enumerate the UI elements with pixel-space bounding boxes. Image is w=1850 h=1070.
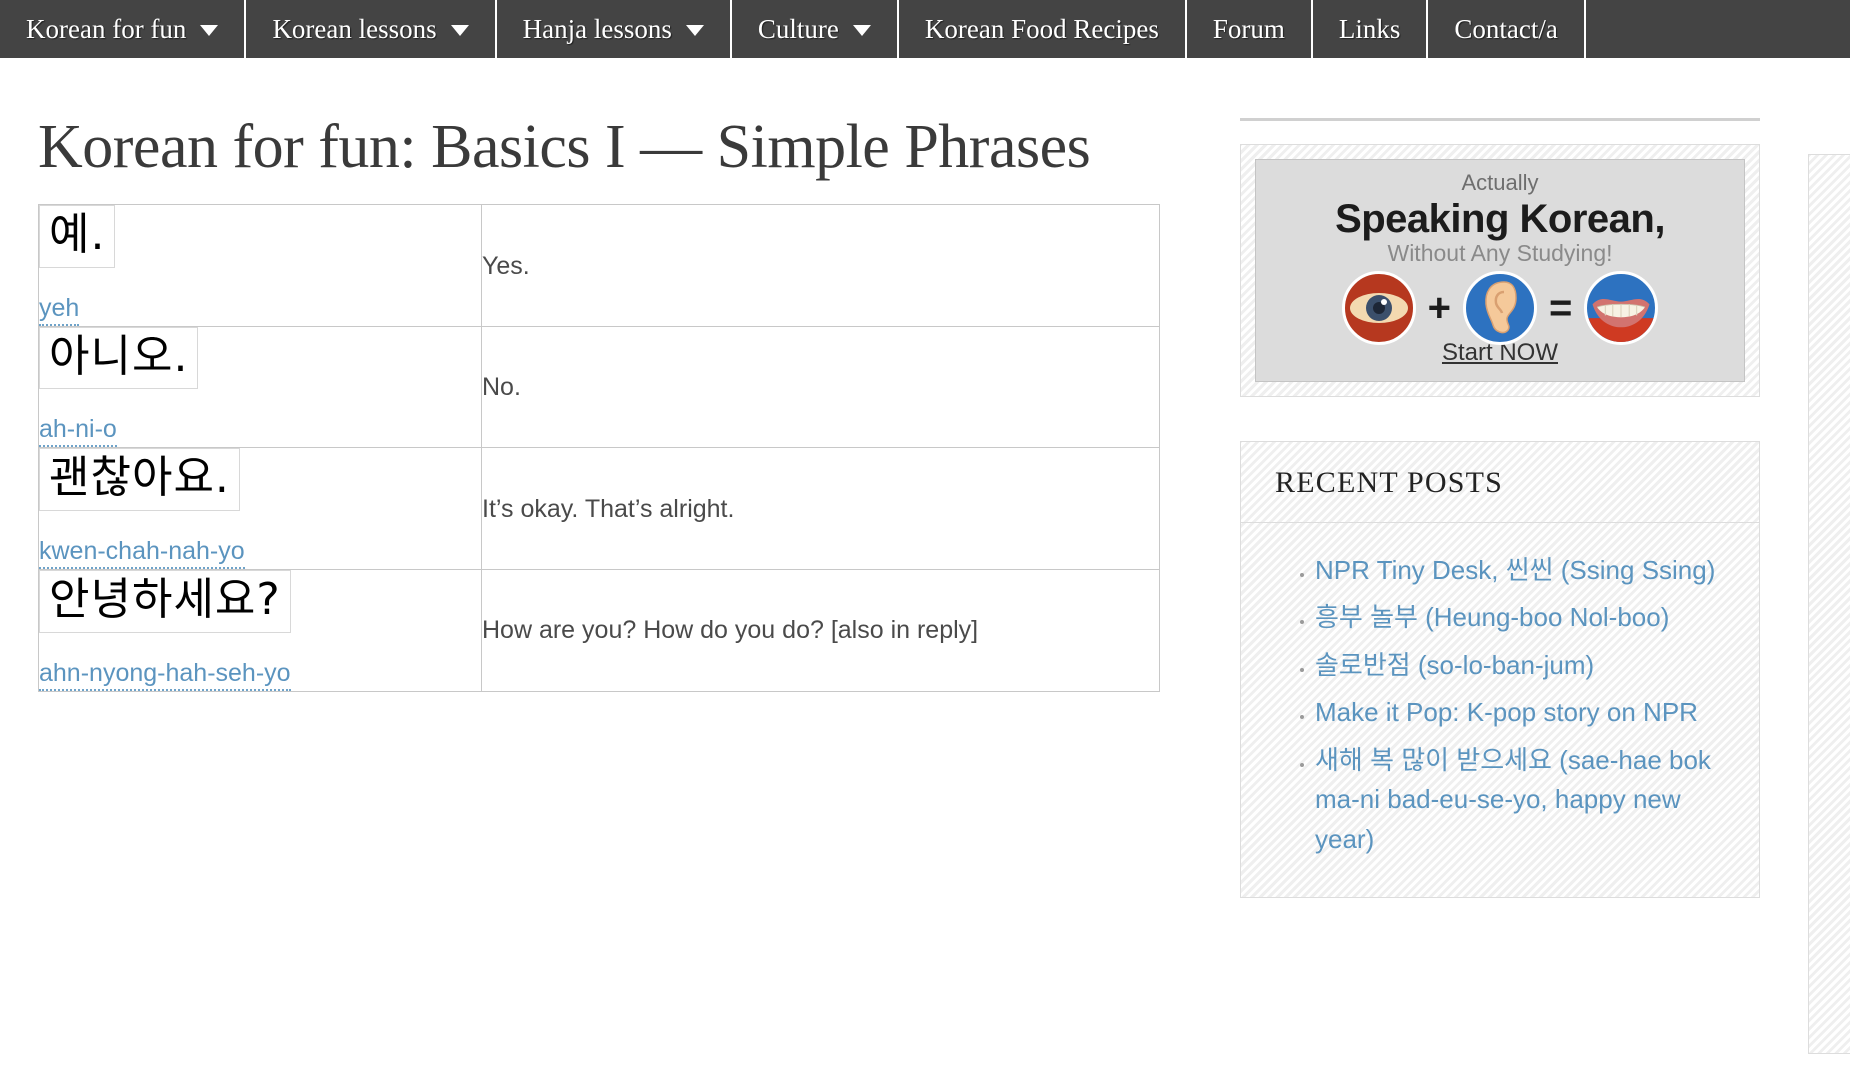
recent-post-link[interactable]: 흥부 놀부 (Heung-boo Nol-boo) — [1315, 602, 1669, 632]
main-navigation: Korean for fun Korean lessons Hanja less… — [0, 0, 1850, 58]
sidebar: Actually Speaking Korean, Without Any St… — [1240, 144, 1760, 942]
meaning-cell: It’s okay. That’s alright. — [481, 447, 1160, 570]
recent-post-link[interactable]: 새해 복 많이 받으세요 (sae-hae bok ma-ni bad-eu-s… — [1315, 745, 1711, 854]
page-title: Korean for fun: Basics I — Simple Phrase… — [38, 113, 1091, 181]
nav-item-links[interactable]: Links — [1313, 0, 1429, 58]
phrase-cell: 예. yeh — [38, 204, 482, 327]
page-body: Korean for fun: Basics I — Simple Phrase… — [0, 58, 1850, 1070]
meaning-cell: How are you? How do you do? [also in rep… — [481, 568, 1160, 692]
recent-post-link[interactable]: 솔로반점 (so-lo-ban-jum) — [1315, 650, 1594, 680]
romanization-link[interactable]: yeh — [39, 294, 80, 326]
hangul-image: 아니오. — [39, 326, 199, 390]
ad-line-3: Without Any Studying! — [1387, 240, 1613, 267]
phrase-cell: 괜찮아요. kwen-chah-nah-yo — [38, 447, 482, 570]
chevron-down-icon — [450, 25, 469, 36]
nav-item-contact-about[interactable]: Contact/a — [1428, 0, 1586, 58]
ad-icon-row: + = — [1270, 270, 1730, 345]
recent-posts-list: NPR Tiny Desk, 씬씬 (Ssing Ssing) 흥부 놀부 (H… — [1241, 523, 1759, 898]
equals-icon: = — [1549, 285, 1573, 330]
romanization-link[interactable]: ah-ni-o — [39, 415, 117, 448]
nav-item-korean-for-fun[interactable]: Korean for fun — [0, 0, 247, 58]
ad-line-2: Speaking Korean, — [1335, 197, 1665, 241]
romanization-link[interactable]: kwen-chah-nah-yo — [39, 537, 245, 569]
nav-item-label: Korean Food Recipes — [924, 13, 1159, 44]
advertisement-banner: Actually Speaking Korean, Without Any St… — [1255, 159, 1745, 382]
hangul-image: 예. — [39, 205, 116, 268]
recent-posts-title: RECENT POSTS — [1241, 442, 1759, 523]
chevron-down-icon — [685, 25, 704, 36]
nav-item-hanja-lessons[interactable]: Hanja lessons — [497, 0, 732, 58]
table-row: 괜찮아요. kwen-chah-nah-yo It’s okay. That’s… — [38, 447, 1160, 570]
nav-item-forum[interactable]: Forum — [1187, 0, 1313, 58]
main-content: Korean for fun: Basics I — Simple Phrase… — [38, 113, 1160, 692]
chevron-down-icon — [200, 25, 219, 36]
nav-item-label: Contact/a — [1454, 13, 1558, 44]
list-item: Make it Pop: K-pop story on NPR — [1315, 693, 1729, 733]
recent-posts-widget: RECENT POSTS NPR Tiny Desk, 씬씬 (Ssing Ss… — [1240, 440, 1760, 899]
phrase-cell: 안녕하세요? ahn-nyong-hah-seh-yo — [38, 568, 482, 692]
hangul-image: 안녕하세요? — [39, 569, 291, 633]
eye-icon — [1341, 270, 1416, 345]
list-item: 솔로반점 (so-lo-ban-jum) — [1315, 646, 1729, 686]
meaning-cell: Yes. — [481, 204, 1160, 327]
table-row: 아니오. ah-ni-o No. — [38, 325, 1160, 449]
nav-item-label: Links — [1338, 13, 1401, 44]
nav-item-label: Hanja lessons — [522, 13, 672, 44]
advertisement-widget[interactable]: Actually Speaking Korean, Without Any St… — [1240, 144, 1760, 397]
nav-item-korean-lessons[interactable]: Korean lessons — [246, 0, 497, 58]
table-row: 예. yeh Yes. — [38, 204, 1160, 327]
mouth-icon — [1584, 270, 1659, 345]
recent-post-link[interactable]: NPR Tiny Desk, 씬씬 (Ssing Ssing) — [1315, 555, 1715, 585]
romanization-link[interactable]: ahn-nyong-hah-seh-yo — [39, 659, 291, 691]
list-item: NPR Tiny Desk, 씬씬 (Ssing Ssing) — [1315, 551, 1729, 591]
offscreen-sidebar-widget — [1808, 154, 1850, 1054]
nav-item-label: Culture — [757, 13, 839, 44]
nav-item-label: Korean for fun — [26, 13, 187, 44]
phrase-cell: 아니오. ah-ni-o — [38, 325, 482, 449]
list-item: 새해 복 많이 받으세요 (sae-hae bok ma-ni bad-eu-s… — [1315, 741, 1729, 860]
ad-line-1: Actually — [1461, 170, 1539, 195]
hangul-image: 괜찮아요. — [39, 448, 240, 511]
plus-icon: + — [1427, 285, 1451, 330]
table-row: 안녕하세요? ahn-nyong-hah-seh-yo How are you?… — [38, 568, 1160, 692]
phrases-table: 예. yeh Yes. 아니오. ah-ni-o No. 괜찮아요. kwen-… — [38, 204, 1160, 692]
list-item: 흥부 놀부 (Heung-boo Nol-boo) — [1315, 598, 1729, 638]
meaning-cell: No. — [481, 325, 1160, 449]
nav-item-label: Forum — [1212, 13, 1285, 44]
ear-icon — [1463, 270, 1537, 345]
sidebar-divider — [1240, 118, 1760, 121]
nav-item-culture[interactable]: Culture — [732, 0, 899, 58]
chevron-down-icon — [852, 25, 871, 36]
nav-item-korean-food-recipes[interactable]: Korean Food Recipes — [899, 0, 1187, 58]
nav-item-label: Korean lessons — [272, 13, 437, 44]
recent-post-link[interactable]: Make it Pop: K-pop story on NPR — [1315, 697, 1698, 727]
